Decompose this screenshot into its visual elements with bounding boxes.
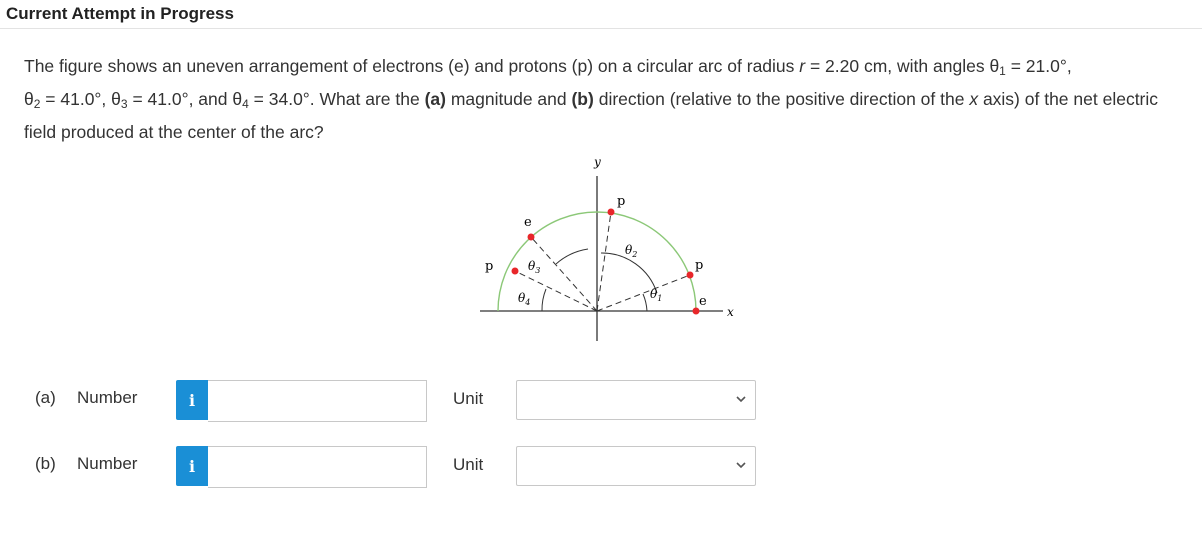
charge-label-electron-2: e [699,294,707,309]
info-button-a[interactable]: i [176,380,208,420]
y-axis-label: y [593,155,601,169]
unit-select-b[interactable] [516,446,756,486]
unit-select-a[interactable] [516,380,756,420]
charge-dot-proton-2 [607,208,615,216]
unit-label-a: Unit [453,389,484,408]
answer-row-b: (b) Number i Unit [0,446,1202,488]
charge-dot-proton-1 [686,271,694,279]
angle-label-theta2: θ2 [625,243,637,259]
radius-line-3 [530,236,598,312]
angle-arc-theta1 [642,293,648,312]
page-header: Current Attempt in Progress [0,0,1202,29]
answer-row-a: (a) Number i Unit [0,380,1202,422]
x-axis-label: x [727,305,734,319]
question-text: The figure shows an uneven arrangement o… [24,56,1159,142]
radius-line-1 [596,274,691,312]
number-input-a[interactable] [208,380,427,422]
charge-label-proton-1: p [695,258,703,273]
number-input-b[interactable] [208,446,427,488]
angle-label-theta3: θ3 [528,259,540,275]
angle-arc-theta4 [541,288,547,312]
charge-label-electron-1: e [524,215,532,230]
chevron-down-icon [736,396,746,403]
radius-line-2 [596,211,612,312]
attempt-status-title: Current Attempt in Progress [6,4,234,23]
angle-label-theta1: θ1 [650,287,662,303]
part-b-label: (b) Number [35,454,138,473]
unit-label-b: Unit [453,455,484,474]
angle-label-theta4: θ4 [518,291,530,307]
charge-dot-electron-1 [527,233,535,241]
info-button-b[interactable]: i [176,446,208,486]
angle-arc-theta2 [600,252,658,294]
charge-dot-proton-3 [511,267,519,275]
chevron-down-icon [736,462,746,469]
charge-label-proton-3: p [485,259,493,274]
angle-arc-theta3 [555,248,589,265]
part-a-label: (a) Number [35,388,138,407]
charge-arc-figure: y x θ1 θ2 θ3 θ4 p p e e p [480,155,734,341]
charge-label-proton-2: p [617,194,625,209]
